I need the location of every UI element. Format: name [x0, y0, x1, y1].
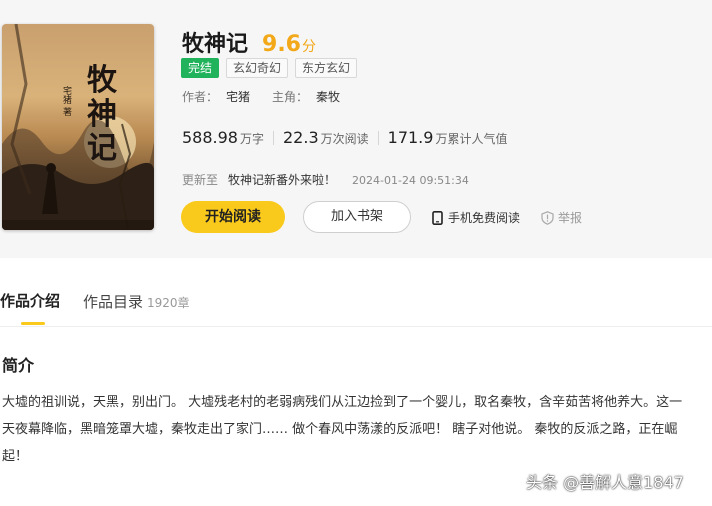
- mobile-read-label: 手机免费阅读: [448, 211, 521, 225]
- tab-catalog-label: 作品目录: [83, 293, 144, 311]
- add-to-shelf-button[interactable]: 加入书架: [303, 201, 411, 233]
- stats-row: 588.98 万字 22.3 万次阅读 171.9 万累计人气值: [182, 128, 507, 147]
- author-label: 作者：: [182, 90, 219, 104]
- book-cover[interactable]: 牧神记 宅猪 著: [2, 24, 154, 230]
- word-count-unit: 万字: [239, 132, 264, 146]
- tab-catalog[interactable]: 作品目录 1920章: [83, 291, 190, 312]
- divider: [377, 130, 379, 145]
- tag-list: 完结 玄幻奇幻 东方玄幻: [181, 58, 358, 78]
- divider: [273, 130, 274, 145]
- genre-tag[interactable]: 玄幻奇幻: [226, 58, 289, 78]
- author-name[interactable]: 宅猪: [226, 90, 250, 104]
- watermark: 头条 @善解人意1847: [526, 473, 684, 492]
- popularity-unit: 万累计人气值: [435, 132, 508, 146]
- latest-update: 更新至 牧神记新番外来啦！ 2024-01-24 09:51:34: [182, 171, 469, 188]
- intro-heading: 简介: [2, 356, 35, 375]
- title-row: 牧神记 9.6 分: [182, 26, 316, 58]
- read-count-unit: 万次阅读: [320, 132, 369, 146]
- protagonist-name: 秦牧: [316, 90, 341, 104]
- mobile-read-link[interactable]: 手机免费阅读: [432, 209, 520, 226]
- latest-chapter-link[interactable]: 牧神记新番外来啦！: [228, 173, 336, 187]
- chapter-count: 1920章: [147, 296, 190, 310]
- intro-text: 大墟的祖训说，天黑，别出门。 大墟残老村的老弱病残们从江边捡到了一个婴儿，取名秦…: [2, 395, 683, 464]
- book-header: 牧神记 宅猪 著 牧神记 9.6 分 完结 玄幻奇幻 东方玄幻 作者： 宅猪 主角：…: [0, 0, 712, 258]
- tab-intro[interactable]: 作品介绍: [0, 290, 60, 311]
- book-score: 9.6: [262, 32, 301, 57]
- author-row: 作者： 宅猪 主角： 秦牧: [182, 88, 340, 105]
- read-count: 22.3: [283, 128, 319, 147]
- report-label: 举报: [558, 211, 583, 225]
- cover-author: 宅猪 著: [61, 86, 71, 116]
- score-unit: 分: [302, 39, 316, 55]
- phone-icon: [432, 210, 443, 225]
- genre-tag[interactable]: 东方玄幻: [295, 58, 358, 78]
- book-title: 牧神记: [182, 32, 249, 57]
- cover-title: 牧神记: [87, 63, 117, 166]
- popularity: 171.9: [387, 128, 434, 147]
- status-badge: 完结: [181, 58, 220, 78]
- active-tab-indicator: [21, 322, 45, 325]
- content-tabs: 作品介绍 作品目录 1920章: [0, 290, 712, 327]
- word-count: 588.98: [182, 128, 238, 147]
- warning-shield-icon: [541, 210, 554, 225]
- start-reading-button[interactable]: 开始阅读: [181, 201, 285, 233]
- report-link[interactable]: 举报: [541, 209, 582, 226]
- update-time: 2024-01-24 09:51:34: [352, 174, 469, 187]
- update-label: 更新至: [182, 173, 219, 187]
- protagonist-label: 主角：: [272, 90, 309, 104]
